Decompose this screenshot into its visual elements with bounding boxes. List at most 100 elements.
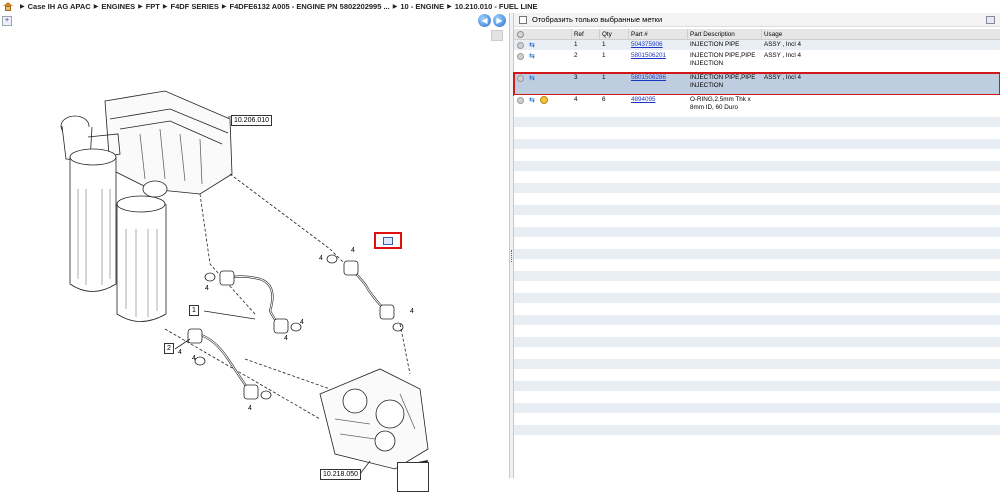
empty-row: [514, 194, 1000, 205]
row-qty: 1: [602, 52, 606, 59]
table-row[interactable]: ⇆ 2 1 5801506201 INJECTION PIPE,PIPE INJ…: [514, 51, 1000, 73]
callout-number: 4: [248, 405, 252, 412]
show-selected-only-checkbox[interactable]: [519, 15, 527, 24]
breadcrumb-separator: ▶: [447, 4, 452, 10]
breadcrumb-item-engine-model[interactable]: F4DFE6132 A005 - ENGINE PN 5802202995 ..…: [229, 2, 389, 11]
breadcrumb-separator: ▶: [162, 4, 168, 10]
row-qty: 6: [602, 96, 606, 103]
row-description: INJECTION PIPE,PIPE INJECTION: [690, 74, 756, 89]
part-tag-icon: [383, 237, 393, 245]
callout-number: 4: [192, 355, 196, 362]
row-ref: 2: [574, 52, 578, 59]
row-part-link[interactable]: 5801506201: [631, 52, 666, 60]
next-view-arrow-icon[interactable]: [397, 462, 429, 492]
empty-row: [514, 392, 1000, 403]
row-qty: 1: [602, 41, 606, 48]
empty-row: [514, 315, 1000, 326]
row-description: INJECTION PIPE: [690, 41, 740, 48]
empty-row: [514, 183, 1000, 194]
empty-row: [514, 227, 1000, 238]
breadcrumb-item-brand[interactable]: Case IH AG APAC: [28, 2, 91, 11]
column-header-part[interactable]: Part #: [631, 31, 648, 39]
parts-table: Ref Qty Part # Part Description Usage ⇆ …: [513, 29, 1000, 447]
empty-row: [514, 370, 1000, 381]
row-part-link[interactable]: 5801506286: [631, 74, 666, 82]
breadcrumb-separator: ▶: [392, 4, 398, 10]
row-part-link[interactable]: 504375906: [631, 41, 663, 49]
breadcrumb-item-current: 10.210.010 - FUEL LINE: [454, 2, 538, 11]
empty-row: [514, 381, 1000, 392]
table-row[interactable]: ⇆ 4 6 4894095 O-RING,2.5mm Thk x 8mm ID,…: [514, 95, 1000, 117]
callout-ref-2[interactable]: 2: [164, 343, 174, 354]
select-all-icon[interactable]: [517, 31, 524, 38]
breadcrumb-item-section[interactable]: 10 - ENGINE: [400, 2, 444, 11]
row-description: INJECTION PIPE,PIPE INJECTION: [690, 52, 756, 67]
empty-row: [514, 249, 1000, 260]
empty-row: [514, 348, 1000, 359]
empty-row: [514, 359, 1000, 370]
show-selected-only-label: Отобразить только выбранные метки: [532, 15, 663, 24]
empty-row: [514, 282, 1000, 293]
table-header: Ref Qty Part # Part Description Usage: [514, 29, 1000, 40]
row-usage: ASSY , Incl 4: [764, 74, 801, 81]
exploded-parts-diagram: 10.206.010 10.218.050 1 2 4 4 4 4 4 4 4 …: [0, 29, 509, 492]
swap-arrows-icon[interactable]: ⇆: [529, 42, 537, 49]
empty-row: [514, 304, 1000, 315]
swap-arrows-icon[interactable]: ⇆: [529, 75, 537, 82]
callout-number: 4: [178, 349, 182, 356]
parts-list-panel: Отобразить только выбранные метки Ref Qt…: [513, 13, 1000, 478]
column-header-description[interactable]: Part Description: [690, 31, 762, 39]
breadcrumb-item-series[interactable]: F4DF SERIES: [171, 2, 219, 11]
empty-row: [514, 117, 1000, 128]
table-row-selected[interactable]: ⇆ 3 1 5801506286 INJECTION PIPE,PIPE INJ…: [513, 72, 1000, 96]
export-icon[interactable]: [986, 16, 995, 24]
callout-ref-1[interactable]: 1: [189, 305, 199, 316]
empty-row: [514, 161, 1000, 172]
empty-row: [514, 260, 1000, 271]
empty-row: [514, 271, 1000, 282]
column-header-qty[interactable]: Qty: [602, 31, 612, 39]
empty-row: [514, 172, 1000, 183]
empty-row: [514, 139, 1000, 150]
swap-arrows-icon[interactable]: ⇆: [529, 97, 537, 104]
row-ref: 1: [574, 41, 578, 48]
kit-icon[interactable]: [540, 96, 548, 104]
row-usage: ASSY , Incl 4: [764, 41, 801, 48]
callout-10-206-010[interactable]: 10.206.010: [231, 115, 273, 126]
arrow-left-circle-icon[interactable]: ◀: [478, 14, 491, 27]
empty-row: [514, 403, 1000, 414]
empty-row: [514, 128, 1000, 139]
callout-number: 4: [351, 247, 355, 254]
arrow-right-circle-icon[interactable]: ▶: [493, 14, 506, 27]
table-row[interactable]: ⇆ 1 1 504375906 INJECTION PIPE ASSY , In…: [514, 40, 1000, 51]
selected-part-marker[interactable]: [374, 232, 402, 249]
home-icon[interactable]: [3, 2, 13, 11]
breadcrumb-item-engines[interactable]: ENGINES: [101, 2, 135, 11]
breadcrumb-separator: ▶: [20, 4, 25, 10]
breadcrumb-separator: ▶: [138, 4, 143, 10]
splitter-grip-icon[interactable]: [511, 250, 513, 262]
empty-row: [514, 205, 1000, 216]
zoom-toggle-icon[interactable]: +: [2, 16, 12, 26]
callout-number: 4: [205, 285, 209, 292]
callout-10-218-050[interactable]: 10.218.050: [320, 469, 362, 480]
column-header-usage[interactable]: Usage: [764, 31, 874, 39]
grey-dot-icon[interactable]: [517, 97, 524, 104]
column-header-ref[interactable]: Ref: [574, 31, 584, 39]
diagram-drawing: [60, 90, 429, 484]
grey-dot-icon[interactable]: [517, 75, 524, 82]
empty-row: [514, 238, 1000, 249]
row-qty: 1: [602, 74, 606, 81]
grey-dot-icon[interactable]: [517, 53, 524, 60]
grey-dot-icon[interactable]: [517, 42, 524, 49]
empty-row: [514, 293, 1000, 304]
diagram-toolbar: + ◀ ▶: [0, 13, 509, 29]
row-ref: 4: [574, 96, 578, 103]
empty-row: [514, 326, 1000, 337]
row-part-link[interactable]: 4894095: [631, 96, 656, 104]
callout-number: 4: [300, 319, 304, 326]
breadcrumb-item-fpt[interactable]: FPT: [146, 2, 160, 11]
row-description: O-RING,2.5mm Thk x 8mm ID, 60 Duro: [690, 96, 751, 111]
empty-row: [514, 436, 1000, 447]
swap-arrows-icon[interactable]: ⇆: [529, 53, 537, 60]
